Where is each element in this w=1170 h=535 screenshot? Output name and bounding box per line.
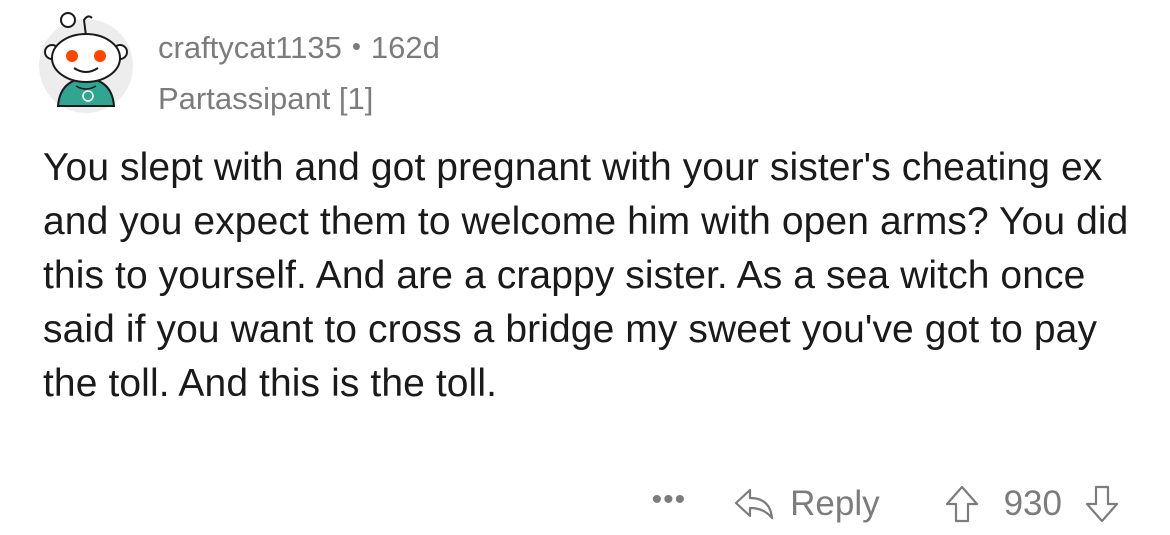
- reply-label: Reply: [790, 484, 880, 523]
- comment-header: craftycat1135 • 162d Partassipant [1]: [36, 8, 1136, 118]
- upvote-arrow-icon[interactable]: [944, 484, 980, 524]
- snoo-avatar-graphic: [39, 12, 133, 113]
- user-avatar-icon[interactable]: [36, 8, 136, 113]
- reply-button[interactable]: Reply: [732, 484, 880, 524]
- comment-body: You slept with and got pregnant with you…: [43, 146, 1129, 405]
- vote-controls: 930: [944, 484, 1120, 524]
- downvote-arrow-icon[interactable]: [1084, 484, 1120, 524]
- meta-separator: •: [351, 31, 361, 61]
- author-line: craftycat1135 • 162d: [158, 30, 440, 67]
- vote-score: 930: [1003, 484, 1062, 523]
- reply-arrow-icon: [735, 488, 774, 520]
- comment-age: 162d: [370, 30, 440, 65]
- more-options-button[interactable]: •••: [652, 483, 687, 517]
- author-username[interactable]: craftycat1135: [158, 30, 342, 65]
- user-flair: Partassipant [1]: [158, 81, 374, 116]
- comment-actions: ••• Reply 930: [652, 476, 1120, 532]
- comment-meta: craftycat1135 • 162d Partassipant [1]: [158, 30, 440, 119]
